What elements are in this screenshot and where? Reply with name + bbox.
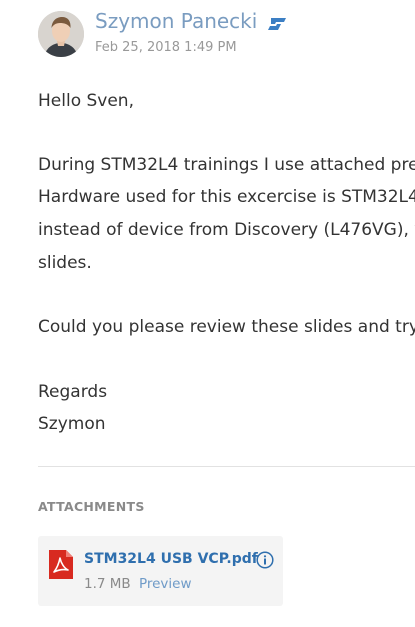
- avatar[interactable]: [38, 11, 84, 57]
- st-logo-icon: [267, 11, 286, 35]
- body-line: slides.: [38, 253, 92, 273]
- file-size: 1.7 MB: [84, 576, 131, 592]
- signature-line: Szymon: [38, 414, 106, 434]
- signoff-line: Regards: [38, 382, 108, 402]
- author-name-text[interactable]: Szymon Panecki: [95, 9, 257, 33]
- attachment-card[interactable]: STM32L4 USB VCP.pdf 1.7 MB Preview: [38, 536, 283, 606]
- divider: [38, 466, 415, 467]
- body-line: During STM32L4 trainings I use attached …: [38, 155, 415, 175]
- attachment-file-link[interactable]: STM32L4 USB VCP.pdf: [84, 551, 258, 567]
- pdf-icon: [49, 550, 73, 583]
- preview-link[interactable]: Preview: [139, 576, 192, 592]
- greeting-line: Hello Sven,: [38, 91, 134, 111]
- author-name[interactable]: Szymon Panecki: [95, 9, 286, 35]
- attachment-meta: 1.7 MB Preview: [84, 576, 192, 592]
- body-line: instead of device from Discovery (L476VG…: [38, 220, 415, 240]
- body-line: Could you please review these slides and…: [38, 317, 415, 337]
- body-line: Hardware used for this excercise is STM3…: [38, 187, 415, 207]
- post-timestamp: Feb 25, 2018 1:49 PM: [95, 40, 237, 55]
- info-icon[interactable]: [256, 551, 274, 573]
- attachments-heading: ATTACHMENTS: [38, 499, 145, 514]
